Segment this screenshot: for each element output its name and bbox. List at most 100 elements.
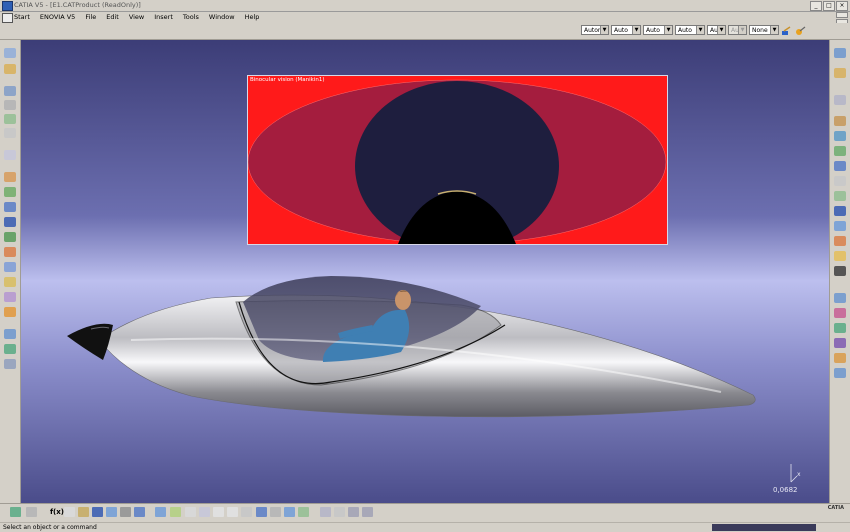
sequence-icon[interactable] [4, 217, 16, 227]
close-button[interactable]: × [836, 1, 848, 11]
reset-posture-icon[interactable] [834, 236, 846, 246]
fly-mode-icon[interactable] [155, 507, 166, 517]
compass-axis-icon[interactable] [784, 462, 798, 484]
chevron-down-icon: ▼ [738, 26, 746, 34]
catalog-browser-icon[interactable] [106, 507, 117, 517]
anthropometry-icon[interactable] [4, 329, 16, 339]
push-pull-icon[interactable] [4, 307, 16, 317]
lift-icon[interactable] [4, 277, 16, 287]
line-type-combo[interactable]: Auto ▼ [675, 25, 705, 35]
head-icon[interactable] [834, 353, 846, 363]
hide-show-icon[interactable] [270, 507, 281, 517]
menu-window[interactable]: Window [209, 13, 235, 21]
menu-start[interactable]: Start [14, 13, 30, 21]
fit-all-icon[interactable] [170, 507, 181, 517]
leg-icon[interactable] [834, 323, 846, 333]
body-icon[interactable] [834, 293, 846, 303]
spiral-icon[interactable] [4, 150, 16, 160]
carry-icon[interactable] [4, 292, 16, 302]
doc-minimize-button[interactable] [836, 12, 848, 18]
formula-button[interactable]: f(x) [50, 508, 64, 516]
layer-combo[interactable]: None ▼ [749, 25, 779, 35]
zoom-in-icon[interactable] [213, 507, 224, 517]
view-rotate-icon[interactable] [834, 95, 846, 105]
painter-icon[interactable] [781, 26, 792, 36]
scissors-icon[interactable] [320, 507, 331, 517]
transparency-combo[interactable]: Auto ▼ [611, 25, 641, 35]
render-style-icon[interactable] [298, 507, 309, 517]
command-input[interactable] [712, 524, 816, 531]
analysis-icon[interactable] [4, 232, 16, 242]
normal-view-icon[interactable] [241, 507, 252, 517]
measure-item-icon[interactable] [134, 507, 145, 517]
group-icon[interactable] [348, 507, 359, 517]
kneeling-icon[interactable] [834, 146, 846, 156]
reach-icon[interactable] [4, 100, 16, 110]
dark-square-icon[interactable] [834, 266, 846, 276]
line-weight-combo[interactable]: Auto ▼ [643, 25, 673, 35]
clash-icon[interactable] [4, 128, 16, 138]
vision-settings-icon[interactable] [834, 68, 846, 78]
measure-between-icon[interactable] [120, 507, 131, 517]
curve-icon[interactable] [4, 344, 16, 354]
maximize-button[interactable]: □ [823, 1, 835, 11]
minimize-button[interactable]: _ [810, 1, 822, 11]
menu-file[interactable]: File [85, 13, 96, 21]
menu-bar: Start ENOVIA V5 File Edit View Insert To… [0, 12, 850, 25]
lock-icon[interactable] [834, 221, 846, 231]
comment-icon[interactable] [64, 507, 75, 517]
standing-icon[interactable] [834, 116, 846, 126]
menu-edit[interactable]: Edit [106, 13, 119, 21]
iso-view-icon[interactable] [256, 507, 267, 517]
segment-icon[interactable] [834, 191, 846, 201]
catia-app-icon[interactable] [2, 1, 13, 11]
swap-space-icon[interactable] [284, 507, 295, 517]
posture-icon[interactable] [4, 114, 16, 124]
eye-icon[interactable] [834, 368, 846, 378]
rotate-icon[interactable] [199, 507, 210, 517]
property-combos: Automa ▼ Auto ▼ Auto ▼ Auto ▼ Aut ▼ Aut ▼ None… [581, 25, 779, 35]
chevron-down-icon: ▼ [600, 26, 608, 34]
graphic-properties-toolbar: Automa ▼ Auto ▼ Auto ▼ Auto ▼ Aut ▼ Aut ▼ None… [0, 23, 850, 40]
undo-icon[interactable] [10, 507, 21, 517]
rendering-style-combo[interactable]: Aut ▼ [728, 25, 747, 35]
spine-icon[interactable] [834, 338, 846, 348]
measure-icon[interactable] [4, 359, 16, 369]
axis-x-label: x [797, 471, 801, 478]
zoom-out-icon[interactable] [227, 507, 238, 517]
color-combo[interactable]: Automa ▼ [581, 25, 609, 35]
ik-mode-icon[interactable] [834, 206, 846, 216]
constraint-icon[interactable] [4, 172, 16, 182]
aircraft-model[interactable] [21, 40, 829, 503]
arrange-icon[interactable] [334, 507, 345, 517]
document-icon[interactable] [2, 13, 13, 23]
ungroup-icon[interactable] [362, 507, 373, 517]
attach-icon[interactable] [4, 187, 16, 197]
redo-icon[interactable] [26, 507, 37, 517]
3d-viewport[interactable]: Binocular vision (Manikin1) x 0,0682 [21, 40, 829, 503]
forward-kinematics-icon[interactable] [4, 64, 16, 74]
swap-icon[interactable] [834, 251, 846, 261]
zoom-readout: 0,0682 [773, 486, 798, 494]
walk-icon[interactable] [4, 202, 16, 212]
menu-enovia[interactable]: ENOVIA V5 [40, 13, 75, 21]
hand-icon[interactable] [834, 176, 846, 186]
menu-tools[interactable]: Tools [183, 13, 199, 21]
manikin-icon[interactable] [4, 48, 16, 58]
window-controls: _ □ × [810, 1, 848, 11]
arm-icon[interactable] [834, 308, 846, 318]
catalog-icon[interactable] [4, 262, 16, 272]
sitting-icon[interactable] [834, 131, 846, 141]
pan-icon[interactable] [185, 507, 196, 517]
point-type-combo[interactable]: Aut ▼ [707, 25, 726, 35]
help-icon[interactable] [834, 161, 846, 171]
table-icon[interactable] [92, 507, 103, 517]
vision-icon[interactable] [4, 86, 16, 96]
properties-brush-icon[interactable] [795, 26, 806, 36]
ergonomic-icon[interactable] [4, 247, 16, 257]
menu-view[interactable]: View [129, 13, 144, 21]
plug-icon[interactable] [78, 507, 89, 517]
menu-help[interactable]: Help [245, 13, 260, 21]
menu-insert[interactable]: Insert [154, 13, 173, 21]
manikin-tools-icon[interactable] [834, 48, 846, 58]
